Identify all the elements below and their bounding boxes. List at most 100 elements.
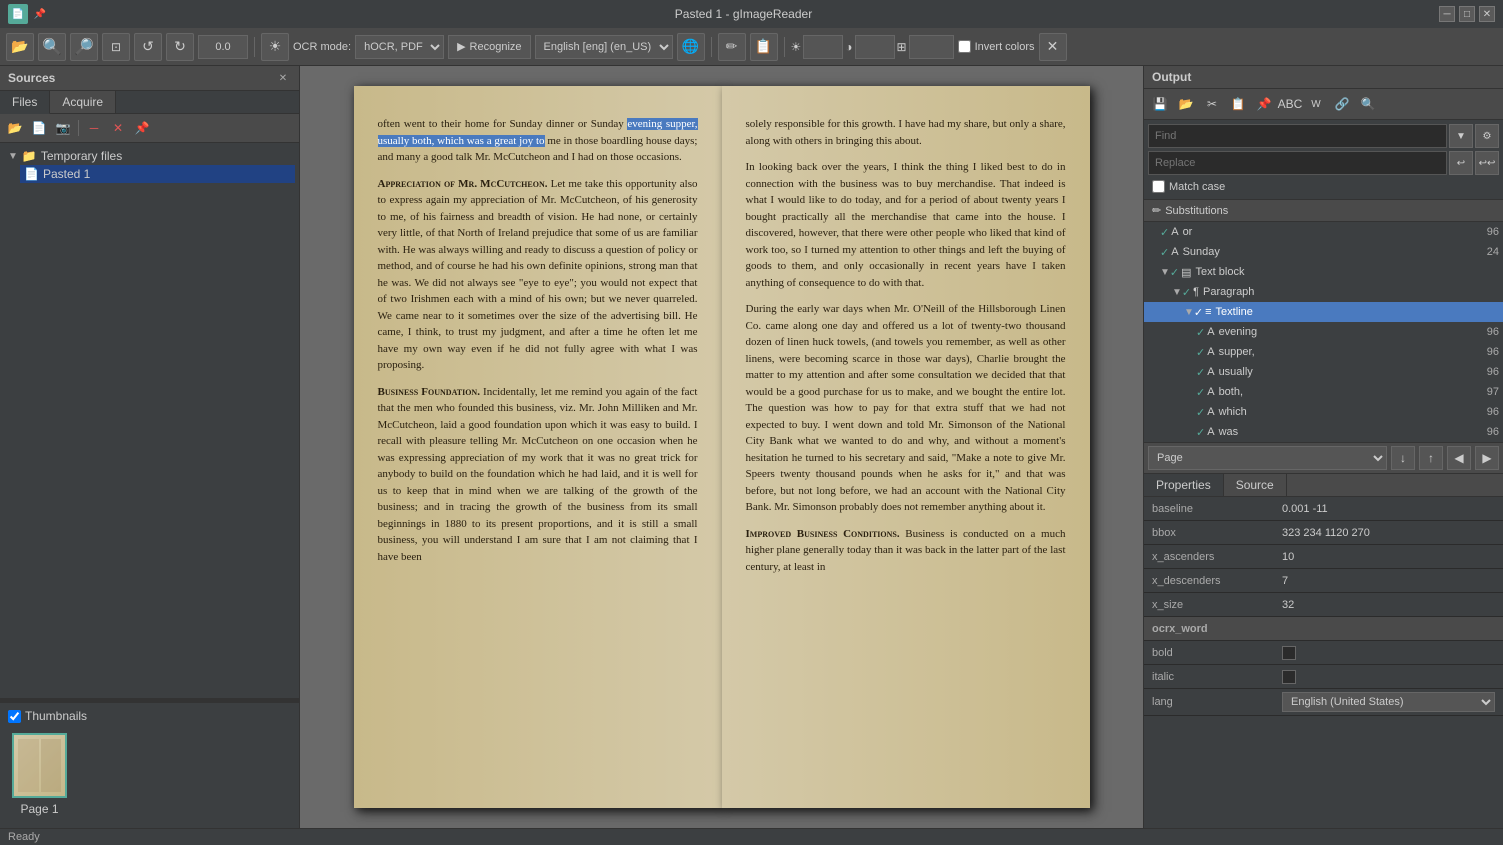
find-down-button[interactable]: ▼ (1449, 124, 1473, 148)
contrast-input[interactable]: 0 (855, 35, 895, 59)
word-icon-supper: A (1207, 346, 1214, 358)
tree-item-was[interactable]: ✓ A was 96 (1144, 422, 1503, 442)
output-link-button[interactable]: 🔗 (1330, 92, 1354, 116)
recognize-button[interactable]: ▶ Recognize (448, 35, 530, 59)
titlebar: 📄 📌 Pasted 1 - gImageReader ─ □ ✕ (0, 0, 1503, 28)
tab-acquire[interactable]: Acquire (50, 91, 116, 113)
close-button[interactable]: ✕ (1479, 6, 1495, 22)
match-case-checkbox[interactable] (1152, 180, 1165, 193)
find-input[interactable] (1148, 124, 1447, 148)
copy-button[interactable]: 📋 (750, 33, 778, 61)
replace-all-button[interactable]: ↩↩ (1475, 151, 1499, 175)
sun-icon: ☀ (791, 40, 802, 54)
clear-button[interactable]: ✕ (107, 117, 129, 139)
paste-button[interactable]: 📌 (131, 117, 153, 139)
item-label-was: was (1219, 426, 1239, 438)
nav-down-button[interactable]: ↓ (1391, 446, 1415, 470)
tree-item-which[interactable]: ✓ A which 96 (1144, 402, 1503, 422)
tree-item-both[interactable]: ✓ A both, 97 (1144, 382, 1503, 402)
tree-item-textblock[interactable]: ▼ ✓ ▤ Text block (1144, 262, 1503, 282)
thumbnail-page1[interactable]: Page 1 (12, 733, 67, 816)
substitutions-icon: ✏ (1152, 204, 1161, 217)
edit-button[interactable]: ✏ (718, 33, 746, 61)
spell-check-button[interactable]: 🌐 (677, 33, 705, 61)
tree-item-pasted[interactable]: 📄 Pasted 1 (20, 165, 295, 183)
line-icon: ≡ (1205, 306, 1211, 318)
word-icon-evening: A (1207, 326, 1214, 338)
check-icon-supper: ✓ (1196, 346, 1205, 359)
resolution-input[interactable]: 100 (909, 35, 954, 59)
tab-source[interactable]: Source (1224, 474, 1287, 496)
maximize-button[interactable]: □ (1459, 6, 1475, 22)
output-word-button[interactable]: W (1304, 92, 1328, 116)
sources-collapse-button[interactable]: ✕ (275, 70, 291, 86)
find-options-button[interactable]: ⚙ (1475, 124, 1499, 148)
italic-checkbox[interactable] (1282, 670, 1296, 684)
brightness-group: ☀ 0 ◑ 0 ⊞ 100 (791, 35, 954, 59)
output-open-button[interactable]: 📂 (1174, 92, 1198, 116)
tab-properties[interactable]: Properties (1144, 474, 1224, 496)
open-button[interactable]: 📂 (6, 33, 34, 61)
tree-item-paragraph[interactable]: ▼ ✓ ¶ Paragraph (1144, 282, 1503, 302)
check-icon-textblock: ✓ (1170, 266, 1179, 279)
open-file-button[interactable]: 📂 (4, 117, 26, 139)
output-paste-button[interactable]: 📌 (1252, 92, 1276, 116)
settings-button[interactable]: ✕ (1039, 33, 1067, 61)
zoom-fit-button[interactable]: ⊡ (102, 33, 130, 61)
sources-title: Sources (8, 71, 55, 85)
minimize-button[interactable]: ─ (1439, 6, 1455, 22)
zoom-out-button[interactable]: 🔍 (38, 33, 66, 61)
zoom-in-button[interactable]: 🔎 (70, 33, 98, 61)
tree-item-usually[interactable]: ✓ A usually 96 (1144, 362, 1503, 382)
bold-checkbox[interactable] (1282, 646, 1296, 660)
brightness-input[interactable]: 0 (803, 35, 843, 59)
tree-item-evening[interactable]: ✓ A evening 96 (1144, 322, 1503, 342)
rotate-left-button[interactable]: ↺ (134, 33, 162, 61)
replace-input[interactable] (1148, 151, 1447, 175)
pin-button[interactable]: 📌 (32, 6, 48, 22)
output-zoom-button[interactable]: 🔍 (1356, 92, 1380, 116)
check-icon-usually: ✓ (1196, 366, 1205, 379)
delete-button[interactable]: ─ (83, 117, 105, 139)
language-select[interactable]: English [eng] (en_US) (535, 35, 673, 59)
tab-files[interactable]: Files (0, 91, 50, 114)
thumbnails-toggle[interactable] (8, 710, 21, 723)
page-right-text: solely responsible for this growth. I ha… (722, 86, 1090, 615)
tree-item-textline[interactable]: ▼ ✓ ≡ Textline (1144, 302, 1503, 322)
xdesc-value: 7 (1282, 575, 1495, 587)
tree-item-supper[interactable]: ✓ A supper, 96 (1144, 342, 1503, 362)
ocr-mode-group: OCR mode: hOCR, PDF (293, 35, 444, 59)
tree-item-sunday[interactable]: ✓ A Sunday 24 (1144, 242, 1503, 262)
page-select[interactable]: Page (1148, 446, 1387, 470)
lang-select[interactable]: English (United States) (1282, 692, 1495, 712)
sources-toolbar: 📂 📄 📷 ─ ✕ 📌 (0, 114, 299, 143)
tree-item-or[interactable]: ✓ A or 96 (1144, 222, 1503, 242)
screenshot-button[interactable]: 📷 (52, 117, 74, 139)
output-spell-button[interactable]: ABC (1278, 92, 1302, 116)
output-copy-button[interactable]: 📋 (1226, 92, 1250, 116)
item-count-or: 96 (1487, 226, 1499, 238)
ocr-mode-select[interactable]: hOCR, PDF (355, 35, 444, 59)
replace-button[interactable]: ↩ (1449, 151, 1473, 175)
paragraph-r1: solely responsible for this growth. I ha… (746, 116, 1066, 149)
output-save-button[interactable]: 💾 (1148, 92, 1172, 116)
nav-prev-button[interactable]: ◀ (1447, 446, 1471, 470)
properties-table: baseline 0.001 -11 bbox 323 234 1120 270… (1144, 497, 1503, 828)
tree-root[interactable]: ▼ 📁 Temporary files (4, 147, 295, 165)
thumbnails-header[interactable]: Thumbnails (4, 707, 295, 725)
rotate-right-button[interactable]: ↻ (166, 33, 194, 61)
substitutions-label: Substitutions (1165, 205, 1228, 217)
output-scissors-button[interactable]: ✂ (1200, 92, 1224, 116)
output-toolbar: 💾 📂 ✂ 📋 📌 ABC W 🔗 🔍 (1144, 89, 1503, 120)
recent-button[interactable]: 📄 (28, 117, 50, 139)
zoom-input[interactable]: 0.0 (198, 35, 248, 59)
separator-1 (254, 37, 255, 57)
nav-up-button[interactable]: ↑ (1419, 446, 1443, 470)
recognize-icon: ▶ (457, 40, 465, 53)
invert-colors-checkbox[interactable] (958, 40, 971, 53)
bbox-value: 323 234 1120 270 (1282, 527, 1495, 539)
nav-next-button[interactable]: ▶ (1475, 446, 1499, 470)
document-content[interactable]: often went to their home for Sunday dinn… (300, 66, 1143, 828)
xsize-value: 32 (1282, 599, 1495, 611)
output-tabs: Properties Source (1144, 474, 1503, 497)
